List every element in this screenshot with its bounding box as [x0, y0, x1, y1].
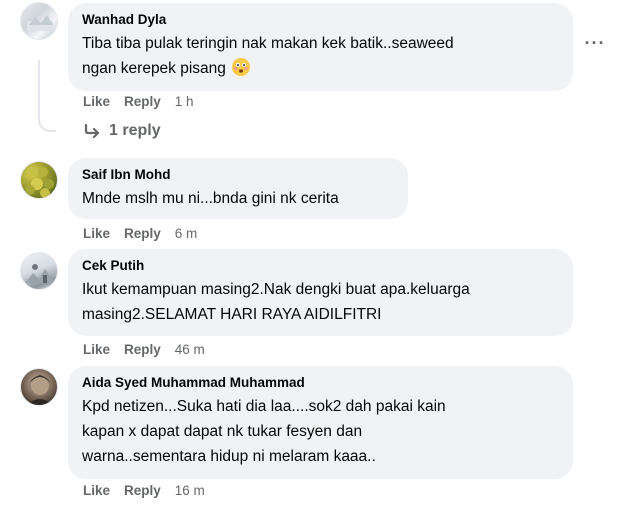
flushed-face-emoji: [232, 58, 251, 76]
reply-button[interactable]: Reply: [124, 483, 161, 498]
comment-bubble: Aida Syed Muhammad Muhammad Kpd netizen.…: [68, 366, 573, 479]
like-button[interactable]: Like: [83, 342, 110, 357]
comment-cek-putih: Cek Putih Ikut kemampuan masing2.Nak den…: [0, 249, 624, 364]
comment-text-line: kapan x dapat dapat nk tukar fesyen dan: [82, 423, 363, 440]
comment-text-line: Mnde mslh mu ni...bnda gini nk cerita: [82, 190, 339, 207]
comment-text-line: Tiba tiba pulak teringin nak makan kek b…: [82, 35, 454, 52]
comment-author[interactable]: Wanhad Dyla: [82, 11, 561, 29]
comment-wanhad-dyla: Wanhad Dyla Tiba tiba pulak teringin nak…: [0, 0, 624, 150]
avatar[interactable]: [20, 252, 58, 290]
comment-text: Tiba tiba pulak teringin nak makan kek b…: [82, 31, 561, 81]
comment-bubble: Cek Putih Ikut kemampuan masing2.Nak den…: [68, 249, 573, 336]
comment-timestamp[interactable]: 1 h: [175, 94, 194, 109]
comment-text: Ikut kemampuan masing2.Nak dengki buat a…: [82, 277, 561, 327]
comment-bubble: Saif Ibn Mohd Mnde mslh mu ni...bnda gin…: [68, 158, 408, 219]
like-button[interactable]: Like: [83, 226, 110, 241]
like-button[interactable]: Like: [83, 94, 110, 109]
comment-timestamp[interactable]: 46 m: [175, 342, 205, 357]
comment-aida-syed-muhammad-muhammad: Aida Syed Muhammad Muhammad Kpd netizen.…: [0, 366, 624, 509]
comment-text-line: ngan kerepek pisang: [82, 60, 226, 77]
comment-author[interactable]: Cek Putih: [82, 257, 561, 275]
comment-text: Kpd netizen...Suka hati dia laa....sok2 …: [82, 394, 561, 469]
comment-author[interactable]: Saif Ibn Mohd: [82, 166, 396, 184]
reply-arrow-icon: [84, 123, 100, 139]
thread-connector: [38, 60, 56, 132]
reply-button[interactable]: Reply: [124, 94, 161, 109]
like-button[interactable]: Like: [83, 483, 110, 498]
comment-text-line: Ikut kemampuan masing2.Nak dengki buat a…: [82, 281, 470, 298]
comment-author[interactable]: Aida Syed Muhammad Muhammad: [82, 374, 561, 392]
comment-timestamp[interactable]: 6 m: [175, 226, 198, 241]
comment-text: Mnde mslh mu ni...bnda gini nk cerita: [82, 186, 396, 211]
comment-text-line: Kpd netizen...Suka hati dia laa....sok2 …: [82, 398, 446, 415]
comment-text-line: masing2.SELAMAT HARI RAYA AIDILFITRI: [82, 306, 382, 323]
comment-bubble: Wanhad Dyla Tiba tiba pulak teringin nak…: [68, 3, 573, 91]
avatar[interactable]: [20, 2, 58, 40]
comment-text-line: warna..sementara hidup ni melaram kaaa..: [82, 448, 376, 465]
avatar[interactable]: [20, 368, 58, 406]
comment-saif-ibn-mohd: Saif Ibn Mohd Mnde mslh mu ni...bnda gin…: [0, 158, 624, 248]
more-options-icon[interactable]: ···: [582, 30, 608, 56]
replies-count-label[interactable]: 1 reply: [109, 122, 161, 140]
comment-actions: Like Reply 6 m: [83, 226, 197, 241]
comment-actions: Like Reply 1 h: [83, 94, 194, 109]
view-replies-link[interactable]: 1 reply: [83, 122, 161, 140]
reply-button[interactable]: Reply: [124, 226, 161, 241]
comment-actions: Like Reply 16 m: [83, 483, 205, 498]
comment-actions: Like Reply 46 m: [83, 342, 205, 357]
comment-timestamp[interactable]: 16 m: [175, 483, 205, 498]
reply-button[interactable]: Reply: [124, 342, 161, 357]
avatar[interactable]: [20, 161, 58, 199]
